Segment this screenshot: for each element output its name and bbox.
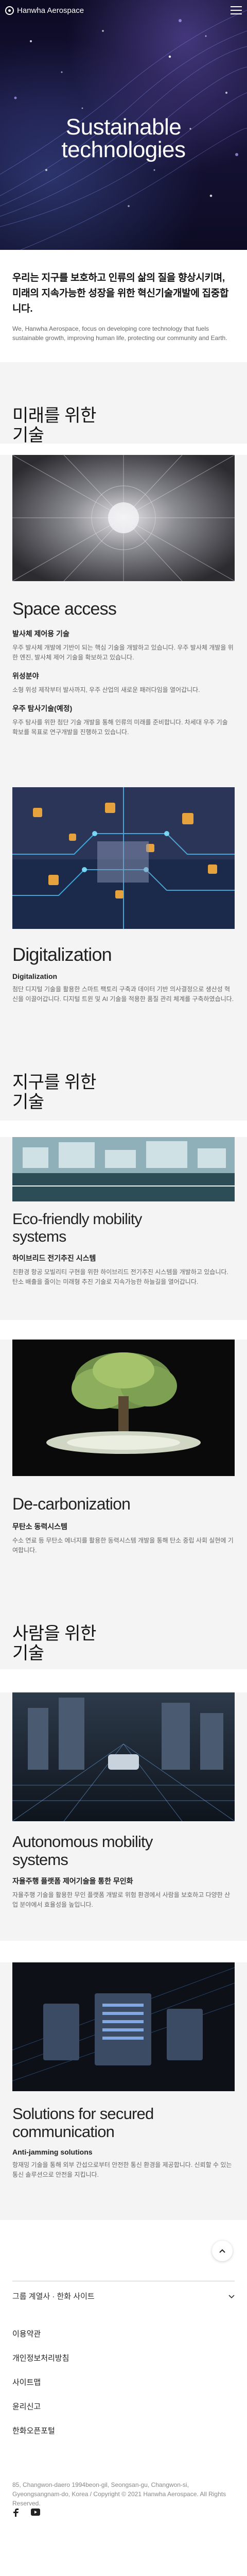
youtube-icon[interactable] bbox=[31, 2509, 40, 2519]
intro-english-text: We, Hanwha Aerospace, focus on developin… bbox=[12, 325, 227, 342]
hamburger-menu-icon[interactable] bbox=[231, 6, 242, 14]
footer-links: 이용약관 개인정보처리방침 사이트맵 윤리신고 한화오픈포털 bbox=[12, 2328, 69, 2449]
section-header-earth: 지구를 위한 기술 bbox=[0, 1025, 247, 1121]
family-sites-dropdown[interactable]: 그룹 계열사 · 한화 사이트 bbox=[12, 2281, 235, 2301]
family-sites-label: 그룹 계열사 · 한화 사이트 bbox=[12, 2292, 95, 2301]
hero-title: Sustainable technologies bbox=[61, 114, 186, 162]
company-logo[interactable]: Hanwha Aerospace bbox=[5, 6, 84, 15]
card-title: Digitalization bbox=[12, 944, 112, 965]
card-subtitle: Anti-jamming solutions bbox=[12, 2148, 93, 2156]
card-subtitle: 발사체 제어용 기술 bbox=[12, 630, 69, 638]
card-item-title: 위성분야 bbox=[12, 672, 39, 680]
intro-section: 우리는 지구를 보호하고 인류의 삶의 질을 향상시키며, 미래의 지속가능한 … bbox=[0, 250, 247, 362]
card-item-description: 소형 위성 제작부터 발사까지, 우주 산업의 새로운 패러다임을 열어갑니다. bbox=[12, 686, 200, 693]
intro-korean-text: 우리는 지구를 보호하고 인류의 삶의 질을 향상시키며, 미래의 지속가능한 … bbox=[12, 273, 229, 314]
card-description: 첨단 디지털 기술을 활용한 스마트 팩토리 구축과 데이터 기반 의사결정으로… bbox=[12, 986, 234, 1003]
footer-link-terms[interactable]: 이용약관 bbox=[12, 2328, 69, 2339]
card-subtitle: 하이브리드 전기추진 시스템 bbox=[12, 1254, 96, 1262]
card-title: Solutions for secured communication bbox=[12, 2105, 154, 2141]
footer-link-sitemap[interactable]: 사이트맵 bbox=[12, 2377, 69, 2387]
top-navigation: Hanwha Aerospace bbox=[0, 0, 247, 21]
card-secured-communication: Solutions for secured communication Anti… bbox=[0, 1962, 247, 2220]
card-description: 수소 연료 등 무탄소 에너지를 활용한 동력시스템 개발을 통해 탄소 중립 … bbox=[12, 1537, 234, 1554]
footer-link-open-portal[interactable]: 한화오픈포털 bbox=[12, 2425, 69, 2436]
chevron-down-icon bbox=[228, 2294, 235, 2298]
secured-communication-image bbox=[12, 1962, 235, 2091]
logo-text: Hanwha Aerospace bbox=[17, 6, 84, 15]
footer: 그룹 계열사 · 한화 사이트 이용약관 개인정보처리방침 사이트맵 윤리신고 … bbox=[0, 2220, 247, 2529]
copyright-text: 85, Changwon-daero 1994beon-gil, Seongsa… bbox=[12, 2481, 226, 2507]
decarbonization-image bbox=[12, 1340, 235, 1476]
card-item-description: 우주 탐사를 위한 첨단 기술 개발을 통해 인류의 미래를 준비합니다. 차세… bbox=[12, 719, 228, 736]
social-links bbox=[12, 2509, 40, 2519]
autonomous-mobility-image bbox=[12, 1692, 235, 1821]
footer-link-ethics[interactable]: 윤리신고 bbox=[12, 2401, 69, 2412]
card-subtitle: 자율주행 플랫폼 제어기술을 통한 무인화 bbox=[12, 1877, 133, 1885]
card-item-title: 우주 탐사기술(예정) bbox=[12, 704, 73, 713]
hero-banner: Hanwha Aerospace Sustainable technologie… bbox=[0, 0, 247, 250]
card-title: Autonomous mobility systems bbox=[12, 1833, 153, 1869]
section-header-people: 사람을 위한 기술 bbox=[0, 1577, 247, 1669]
card-title: Space access bbox=[12, 599, 117, 619]
chevron-up-icon bbox=[219, 2249, 225, 2253]
card-description: 우주 발사체 개발에 기반이 되는 핵심 기술을 개발하고 있습니다. 우주 발… bbox=[12, 644, 234, 661]
card-description: 자율주행 기술을 활용한 무인 플랫폼 개발로 위험 환경에서 사람을 보호하고… bbox=[12, 1891, 231, 1908]
space-access-image bbox=[12, 455, 235, 581]
section-header-future: 미래를 위한 기술 bbox=[0, 362, 247, 445]
card-title: Eco-friendly mobility systems bbox=[12, 1211, 142, 1245]
logo-icon bbox=[5, 6, 14, 15]
section-title: 지구를 위한 기술 bbox=[12, 1073, 96, 1112]
card-description: 항재밍 기술을 통해 외부 간섭으로부터 안전한 통신 환경을 제공합니다. 신… bbox=[12, 2161, 232, 2178]
section-title: 사람을 위한 기술 bbox=[12, 1624, 96, 1663]
digitalization-image bbox=[12, 787, 235, 929]
facebook-icon[interactable] bbox=[12, 2509, 20, 2519]
card-eco-mobility: Eco-friendly mobility systems 하이브리드 전기추진… bbox=[0, 1137, 247, 1320]
card-subtitle: Digitalization bbox=[12, 972, 58, 980]
section-title: 미래를 위한 기술 bbox=[12, 406, 96, 445]
card-title: De-carbonization bbox=[12, 1495, 131, 1513]
card-space-access: Space access 발사체 제어용 기술 우주 발사체 개발에 기반이 되… bbox=[0, 455, 247, 787]
card-decarbonization: De-carbonization 무탄소 동력시스템 수소 연료 등 무탄소 에… bbox=[0, 1340, 247, 1577]
scroll-to-top-button[interactable] bbox=[212, 2241, 233, 2261]
card-autonomous-mobility: Autonomous mobility systems 자율주행 플랫폼 제어기… bbox=[0, 1692, 247, 1941]
card-digitalization: Digitalization Digitalization 첨단 디지털 기술을… bbox=[0, 787, 247, 1025]
card-subtitle: 무탄소 동력시스템 bbox=[12, 1522, 67, 1531]
eco-mobility-image bbox=[12, 1137, 235, 1201]
footer-link-privacy[interactable]: 개인정보처리방침 bbox=[12, 2352, 69, 2363]
card-description: 친환경 항공 모빌리티 구현을 위한 하이브리드 전기추진 시스템을 개발하고 … bbox=[12, 1268, 228, 1285]
